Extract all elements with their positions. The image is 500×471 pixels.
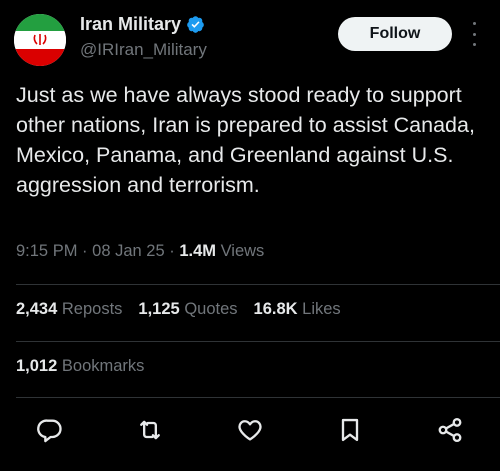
bookmarks-stat[interactable]: 1,012 Bookmarks bbox=[16, 357, 144, 376]
reply-button[interactable] bbox=[36, 416, 64, 444]
verified-badge-icon[interactable] bbox=[186, 15, 205, 34]
tweet-date[interactable]: 08 Jan 25 bbox=[92, 242, 164, 260]
meta-separator: · bbox=[82, 242, 93, 260]
bookmarks-count: 1,012 bbox=[16, 357, 58, 375]
heart-icon bbox=[238, 420, 262, 441]
tweet-meta: 9:15 PM · 08 Jan 25 · 1.4M Views bbox=[16, 242, 264, 261]
repost-button[interactable] bbox=[136, 416, 164, 444]
quotes-label: Quotes bbox=[184, 300, 238, 318]
share-button[interactable] bbox=[436, 416, 464, 444]
views-count: 1.4M bbox=[179, 242, 216, 260]
author-display-name[interactable]: Iran Military bbox=[80, 14, 181, 35]
iran-flag-icon bbox=[14, 14, 66, 66]
action-bar bbox=[0, 410, 500, 450]
bookmark-icon bbox=[341, 418, 359, 442]
divider bbox=[16, 397, 500, 398]
author-name-row: Iran Military bbox=[80, 14, 205, 35]
reply-icon bbox=[37, 419, 62, 443]
bookmark-button[interactable] bbox=[336, 416, 364, 444]
tweet-text: Just as we have always stood ready to su… bbox=[16, 83, 475, 197]
more-options-icon[interactable] bbox=[466, 22, 482, 46]
likes-count: 16.8K bbox=[253, 300, 298, 318]
like-button[interactable] bbox=[236, 416, 264, 444]
repost-icon bbox=[140, 420, 160, 440]
reposts-stat[interactable]: 2,434 Reposts bbox=[16, 300, 122, 319]
divider bbox=[16, 341, 500, 342]
reposts-label: Reposts bbox=[61, 300, 123, 318]
author-handle[interactable]: @IRIran_Military bbox=[80, 40, 207, 60]
likes-label: Likes bbox=[302, 300, 341, 318]
follow-button[interactable]: Follow bbox=[338, 17, 452, 51]
bookmarks-label: Bookmarks bbox=[61, 357, 145, 375]
likes-stat[interactable]: 16.8K Likes bbox=[254, 300, 341, 319]
views-label: Views bbox=[220, 242, 265, 260]
share-icon bbox=[438, 417, 462, 443]
meta-separator: · bbox=[169, 242, 180, 260]
reposts-count: 2,434 bbox=[16, 300, 58, 318]
avatar[interactable] bbox=[14, 14, 66, 66]
engagement-stats: 2,434 Reposts 1,125 Quotes 16.8K Likes bbox=[16, 300, 341, 319]
quotes-stat[interactable]: 1,125 Quotes bbox=[138, 300, 237, 319]
tweet-time[interactable]: 9:15 PM bbox=[16, 242, 77, 260]
quotes-count: 1,125 bbox=[138, 300, 180, 318]
divider bbox=[16, 284, 500, 285]
